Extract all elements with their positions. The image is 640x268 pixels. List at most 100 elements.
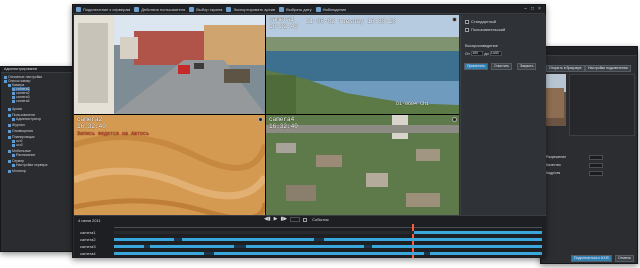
tree-item-monitor[interactable]: Монитор <box>8 169 26 173</box>
row-track[interactable] <box>114 252 542 255</box>
apply-button[interactable]: Применить <box>464 63 489 70</box>
playback-label: Воспроизведение <box>465 43 499 48</box>
server-icon <box>76 6 81 12</box>
tree-item-log[interactable]: Журнал <box>8 123 25 127</box>
log-icon <box>8 123 11 127</box>
gear-icon <box>12 163 15 167</box>
recording-gap <box>234 245 246 248</box>
list-icon <box>4 79 7 83</box>
user-icon <box>134 6 140 12</box>
camera-view-camera4[interactable]: camera4 16:32:40 <box>266 115 459 215</box>
tree-item-ocr2[interactable]: ocr2 <box>12 143 23 147</box>
close-camera-icon[interactable] <box>452 117 457 122</box>
main-toolbar: Подключение к серверам Действия пользова… <box>73 5 545 14</box>
street-scene-image <box>74 15 265 114</box>
close-camera-icon[interactable] <box>258 117 263 122</box>
archive-icon <box>8 107 11 111</box>
step-forward-icon[interactable]: ▮▶ <box>280 217 287 222</box>
video-grid: camera1 16:32:43 11-06-02 Tuesday 16:33:… <box>74 15 459 215</box>
radio-icon <box>465 27 469 32</box>
users-icon <box>8 113 11 117</box>
timeline-row-camera3[interactable]: camera3 <box>74 244 546 249</box>
camera-settings-window: Открыть в браузере Настройки подключения… <box>540 46 638 264</box>
quality-label: Качество <box>546 163 561 167</box>
fps-label: Кадр/сек <box>546 171 561 175</box>
bell-icon <box>8 129 11 133</box>
eye-icon <box>315 6 321 12</box>
tree-item-alerts[interactable]: Оповещения <box>8 129 33 133</box>
admin-window-title: Администрирование <box>4 67 38 71</box>
step-back-icon[interactable]: ◀▮ <box>264 217 271 222</box>
to-field[interactable]: 1440 <box>489 51 502 57</box>
toolbar-select-date[interactable]: Выбрать дату <box>279 6 312 12</box>
tree-item-server-settings[interactable]: Настройки сервера <box>12 163 47 167</box>
minimize-icon[interactable]: – <box>522 6 529 12</box>
window-titlebar <box>541 47 637 56</box>
sand-scene-image <box>74 115 265 215</box>
row-track[interactable] <box>114 238 542 241</box>
toolbar-export-archive[interactable]: Экспортировать архив <box>226 6 275 12</box>
speed-field[interactable] <box>290 217 301 222</box>
camera-osd-channel: D1-0604 Ch1 <box>396 101 430 107</box>
play-icon[interactable]: ▶ <box>274 217 278 222</box>
camera-time-label: 16:32:40 <box>77 123 106 130</box>
events-checkbox[interactable] <box>303 217 308 222</box>
main-viewer-window: Подключение к серверам Действия пользова… <box>72 4 546 258</box>
admin-window: Администрирование Основные настройки Спи… <box>0 66 74 252</box>
recording-gap <box>174 238 182 241</box>
camera-view-street[interactable] <box>74 15 265 114</box>
quality-field[interactable] <box>589 163 603 168</box>
toolbar-connect-servers[interactable]: Подключение к серверам <box>76 6 130 12</box>
monitor-icon <box>8 169 11 173</box>
recording-gap <box>204 252 214 255</box>
tree-item-admin[interactable]: Администратор <box>12 117 41 121</box>
camera-view-camera1[interactable]: camera1 16:32:43 11-06-02 Tuesday 16:33:… <box>266 15 459 114</box>
toolbar-surveillance[interactable]: Наблюдение <box>315 6 346 12</box>
maximize-icon[interactable]: □ <box>529 6 536 12</box>
mode-user-option[interactable]: Пользовательский <box>465 27 505 32</box>
calendar-icon <box>8 135 11 139</box>
open-browser-button[interactable]: Открыть в браузере <box>546 65 585 72</box>
view-mode-panel: Стандартный Пользовательский Воспроизвед… <box>460 15 546 215</box>
row-track[interactable] <box>114 231 542 234</box>
timeline-row-camera4[interactable]: camera4 <box>74 251 546 256</box>
clear-button[interactable]: Очистить <box>491 63 513 70</box>
export-icon <box>226 6 232 12</box>
recording-segment <box>414 231 542 234</box>
tree-item-camera4[interactable]: camera4 <box>12 99 30 103</box>
recording-gap <box>364 245 372 248</box>
connection-settings-button[interactable]: Настройки подключения <box>585 65 631 72</box>
tree-item-schedule[interactable]: Расписание <box>12 153 35 157</box>
connect-axis-button[interactable]: Подключиться к AXIS <box>571 255 612 262</box>
preview-panel <box>569 74 635 136</box>
range-row: От 100 до 1440 <box>465 51 502 57</box>
timeline-ruler[interactable] <box>114 224 542 228</box>
cancel-button[interactable]: Отмена <box>615 255 634 262</box>
resolution-label: Разрешение <box>546 155 567 159</box>
tree-item-archive[interactable]: Архив <box>8 107 22 111</box>
close-camera-icon[interactable] <box>452 17 457 22</box>
camera-view-camera2[interactable]: camera2 16:32:40 Запись ведется на Автос… <box>74 115 265 215</box>
to-label: до <box>484 51 489 56</box>
timeline-row-camera1[interactable]: camera1 <box>74 230 546 235</box>
close-icon[interactable]: × <box>536 6 543 12</box>
row-track[interactable] <box>114 245 542 248</box>
toolbar-user-actions[interactable]: Действия пользователя <box>134 6 185 12</box>
from-field[interactable]: 100 <box>471 51 484 57</box>
recording-gap <box>424 252 430 255</box>
radio-icon <box>465 19 469 24</box>
clock-icon <box>12 153 15 157</box>
fps-field[interactable] <box>589 171 603 176</box>
row-label: camera4 <box>80 251 96 256</box>
user-icon <box>12 117 15 121</box>
timeline-row-camera2[interactable]: camera2 <box>74 237 546 242</box>
mode-standard-option[interactable]: Стандартный <box>465 19 496 24</box>
resolution-field[interactable] <box>589 155 603 160</box>
playback-controls: ◀▮ ▶ ▮▶ События <box>264 217 329 222</box>
camera-time-label: 16:32:43 <box>269 23 298 30</box>
window-titlebar: Администрирование <box>1 67 73 73</box>
row-label: camera2 <box>80 237 96 242</box>
close-panel-button[interactable]: Закрыть <box>517 63 537 70</box>
camera-time-label: 16:32:40 <box>269 123 298 130</box>
toolbar-select-screen[interactable]: Выбор экрана <box>189 6 222 12</box>
